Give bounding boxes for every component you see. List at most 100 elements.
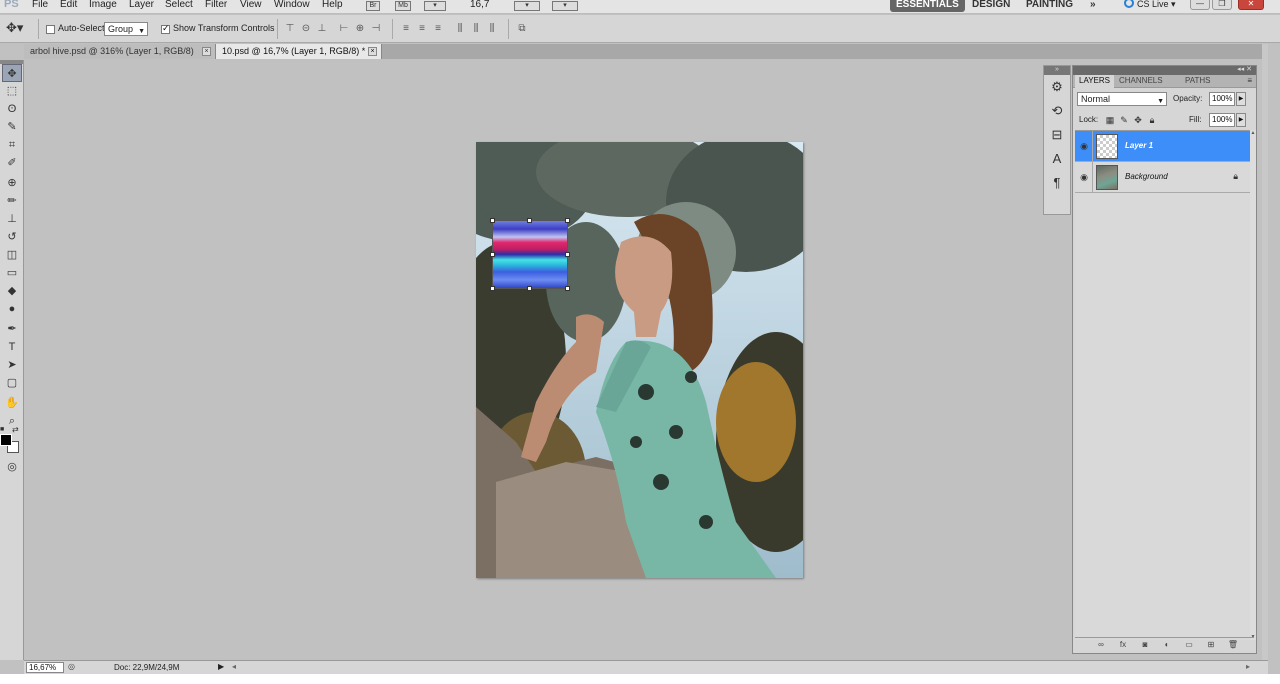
adjustments-icon[interactable]: ⚙ <box>1044 75 1070 99</box>
lock-pixels-icon[interactable]: ✎ <box>1119 115 1129 125</box>
distribute-top-icon[interactable]: ≡ <box>400 23 412 34</box>
marquee-tool-icon[interactable]: ⬚ <box>2 82 22 100</box>
zoom-field[interactable]: 16,67% <box>26 662 64 673</box>
right-scrollbar[interactable] <box>1262 44 1268 660</box>
auto-select-target-select[interactable]: Group ▼ <box>104 22 148 36</box>
scroll-up-icon[interactable]: ▲ <box>1250 130 1256 136</box>
gradient-tool-icon[interactable]: ▭ <box>2 264 22 282</box>
status-menu-arrow-icon[interactable]: ▶ <box>218 662 224 671</box>
rectangle-tool-icon[interactable]: ▢ <box>2 374 22 392</box>
move-tool-preset-icon[interactable]: ✥▾ <box>6 20 23 36</box>
restore-button[interactable]: ❐ <box>1212 0 1232 10</box>
visibility-eye-icon[interactable]: ◉ <box>1078 171 1090 183</box>
panel-menu-icon[interactable]: ≡ <box>1247 76 1252 85</box>
collapse-icon[interactable]: » <box>1044 66 1070 75</box>
show-transform-checkbox[interactable] <box>161 23 170 34</box>
menu-edit[interactable]: Edit <box>60 0 77 13</box>
align-bottom-icon[interactable]: ⊥ <box>316 23 328 34</box>
arrange-documents-icon[interactable]: ▾ <box>514 1 540 11</box>
layer-name[interactable]: Layer 1 <box>1125 141 1153 150</box>
document-canvas[interactable] <box>476 142 803 578</box>
history-icon[interactable]: ⟲ <box>1044 99 1070 123</box>
distribute-right-icon[interactable]: ⫼ <box>486 23 498 34</box>
fill-slider-arrow-icon[interactable]: ▶ <box>1236 113 1246 127</box>
visibility-eye-icon[interactable]: ◉ <box>1078 140 1090 152</box>
layer-name[interactable]: Background <box>1125 172 1168 181</box>
align-right-icon[interactable]: ⊣ <box>370 23 382 34</box>
paragraph-icon[interactable]: ¶ <box>1044 171 1070 195</box>
new-layer-icon[interactable]: ⊞ <box>1205 640 1217 650</box>
scroll-right-icon[interactable]: ▸ <box>1246 662 1250 671</box>
status-info-icon[interactable]: ◎ <box>68 662 75 671</box>
tab-arbol-hive[interactable]: arbol hive.psd @ 316% (Layer 1, RGB/8) × <box>24 44 216 59</box>
distribute-left-icon[interactable]: ⫼ <box>454 23 466 34</box>
transform-handle[interactable] <box>527 286 532 291</box>
workspace-essentials[interactable]: ESSENTIALS <box>890 0 965 12</box>
workspace-design[interactable]: DESIGN <box>966 0 1016 12</box>
hand-tool-icon[interactable]: ✋ <box>2 394 22 412</box>
scroll-left-icon[interactable]: ◂ <box>232 662 236 671</box>
character-icon[interactable]: A <box>1044 147 1070 171</box>
close-icon[interactable]: × <box>202 47 211 56</box>
quick-mask-icon[interactable]: ◎ <box>2 458 22 476</box>
brush-tool-icon[interactable]: ✏ <box>2 192 22 210</box>
menu-select[interactable]: Select <box>165 0 193 13</box>
auto-select-checkbox[interactable] <box>46 25 55 34</box>
transform-handle[interactable] <box>527 218 532 223</box>
history-brush-tool-icon[interactable]: ↺ <box>2 228 22 246</box>
opacity-input[interactable]: 100% <box>1209 92 1235 106</box>
menu-file[interactable]: File <box>32 0 48 13</box>
menu-view[interactable]: View <box>240 0 262 13</box>
opacity-slider-arrow-icon[interactable]: ▶ <box>1236 92 1246 106</box>
close-icon[interactable]: × <box>368 47 377 56</box>
minimize-button[interactable]: — <box>1190 0 1210 10</box>
eyedropper-tool-icon[interactable]: ✐ <box>2 154 22 172</box>
dodge-tool-icon[interactable]: ● <box>2 300 22 318</box>
distribute-bottom-icon[interactable]: ≡ <box>432 23 444 34</box>
healing-brush-tool-icon[interactable]: ⊕ <box>2 174 22 192</box>
screen-mode-icon[interactable]: ▾ <box>552 1 578 11</box>
quick-selection-tool-icon[interactable]: ✎ <box>2 118 22 136</box>
blur-tool-icon[interactable]: ◆ <box>2 282 22 300</box>
delete-layer-icon[interactable]: 🗑︎ <box>1227 640 1239 650</box>
align-vcenter-icon[interactable]: ⊝ <box>300 23 312 34</box>
transform-handle[interactable] <box>565 218 570 223</box>
eraser-tool-icon[interactable]: ◫ <box>2 246 22 264</box>
tab-paths[interactable]: PATHS <box>1181 75 1214 88</box>
layers-scrollbar[interactable]: ▲ ▼ <box>1250 130 1256 640</box>
align-hcenter-icon[interactable]: ⊕ <box>354 23 366 34</box>
zoom-level-menu[interactable]: 16,7 <box>470 0 489 10</box>
foreground-color-swatch[interactable] <box>0 434 12 446</box>
transform-bounding-box[interactable] <box>490 218 570 291</box>
distribute-hcenter-icon[interactable]: ⫼ <box>470 23 482 34</box>
transform-handle[interactable] <box>490 252 495 257</box>
blend-mode-select[interactable]: Normal ▼ <box>1077 92 1167 106</box>
mini-bridge-icon[interactable]: Mb <box>395 1 411 11</box>
add-mask-icon[interactable]: ◙ <box>1139 640 1151 650</box>
move-tool-icon[interactable]: ✥ <box>2 64 22 82</box>
transform-handle[interactable] <box>565 286 570 291</box>
align-left-icon[interactable]: ⊢ <box>338 23 350 34</box>
menu-layer[interactable]: Layer <box>129 0 154 13</box>
lock-position-icon[interactable]: ✥ <box>1133 115 1143 125</box>
lasso-tool-icon[interactable]: ʘ <box>2 100 22 118</box>
tab-channels[interactable]: CHANNELS <box>1115 75 1167 88</box>
workspace-painting[interactable]: PAINTING <box>1020 0 1079 12</box>
pen-tool-icon[interactable]: ✒ <box>2 320 22 338</box>
transform-handle[interactable] <box>490 218 495 223</box>
lock-all-icon[interactable]: 🔒︎ <box>1147 115 1157 125</box>
tab-10-psd[interactable]: 10.psd @ 16,7% (Layer 1, RGB/8) * × <box>216 44 382 59</box>
menu-window[interactable]: Window <box>274 0 310 13</box>
default-colors-icon[interactable]: ■ <box>0 426 4 433</box>
auto-align-layers-icon[interactable]: ⧉ <box>516 23 528 34</box>
crop-tool-icon[interactable]: ⌗ <box>2 136 22 154</box>
layer-row-background[interactable]: ◉ Background 🔒︎ <box>1075 162 1250 193</box>
bridge-icon[interactable]: Br <box>366 1 380 11</box>
path-selection-tool-icon[interactable]: ➤ <box>2 356 22 374</box>
brush-presets-icon[interactable]: ⊟ <box>1044 123 1070 147</box>
transform-handle[interactable] <box>490 286 495 291</box>
menu-filter[interactable]: Filter <box>205 0 227 13</box>
menu-image[interactable]: Image <box>89 0 117 13</box>
cs-live-button[interactable]: CS Live ▾ <box>1124 0 1176 9</box>
menu-help[interactable]: Help <box>322 0 343 13</box>
